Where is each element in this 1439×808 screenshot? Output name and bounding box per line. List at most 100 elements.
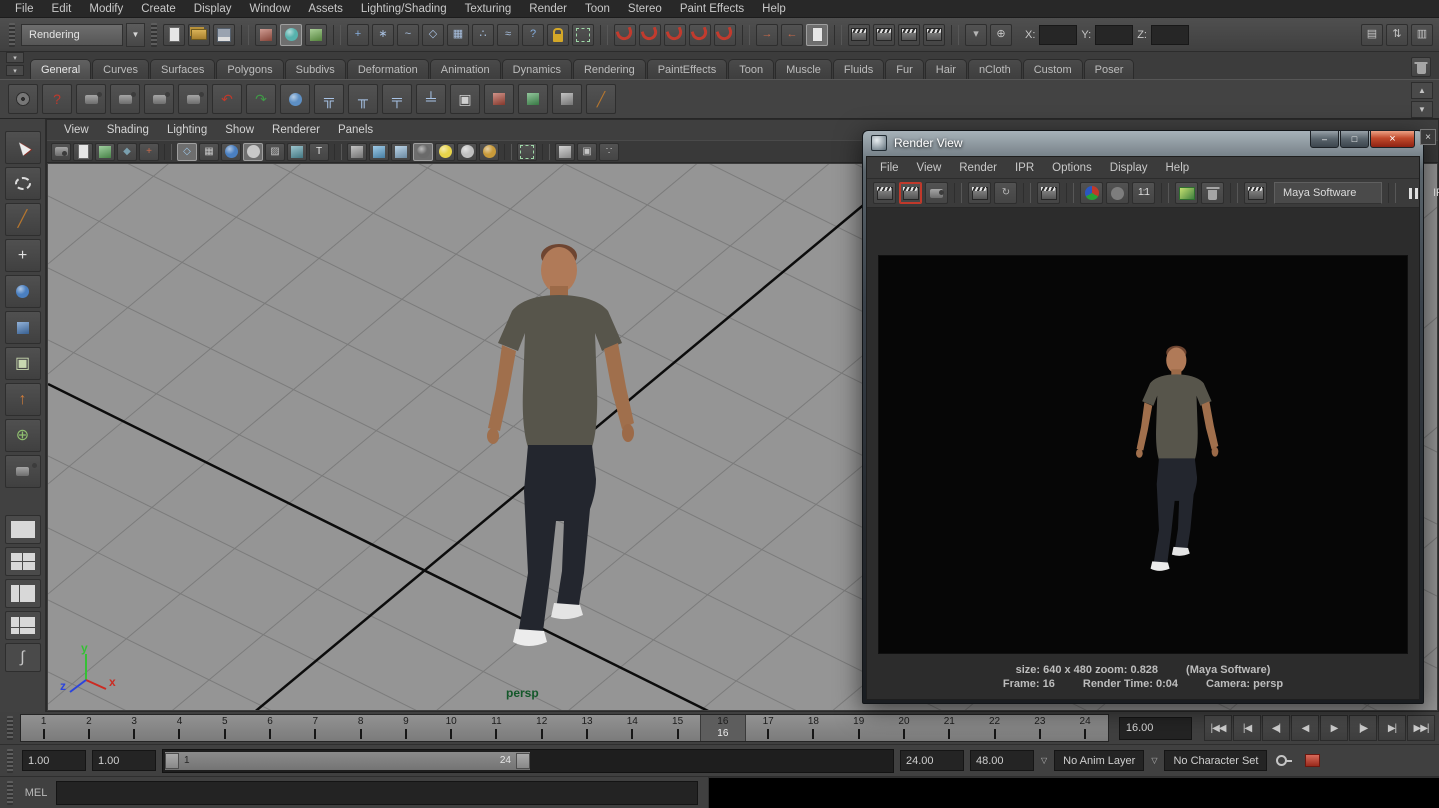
timeline-frame[interactable]: 24 24 — [1062, 715, 1107, 741]
menu-assets[interactable]: Assets — [299, 3, 352, 15]
menu-modify[interactable]: Modify — [80, 3, 132, 15]
mask-misc-icon[interactable]: ? — [522, 24, 544, 46]
drag-handle[interactable] — [7, 749, 13, 773]
tab-hair[interactable]: Hair — [925, 59, 967, 79]
tab-poser[interactable]: Poser — [1084, 59, 1135, 79]
vp-camera-attributes-icon[interactable] — [73, 143, 93, 161]
step-back-key-button[interactable]: |◀ — [1233, 715, 1261, 741]
go-to-end-button[interactable]: ▶▶| — [1407, 715, 1435, 741]
camera-track-icon[interactable] — [110, 84, 140, 114]
range-slider-track[interactable]: 1 24 — [162, 749, 894, 773]
vp-light-default-icon[interactable] — [457, 143, 477, 161]
tab-dynamics[interactable]: Dynamics — [502, 59, 572, 79]
vp-image-plane-icon[interactable]: ◆ — [117, 143, 137, 161]
ipr-render-icon[interactable] — [898, 24, 920, 46]
timeline-frame[interactable]: 19 19 — [836, 715, 881, 741]
layout-persp-graph-button[interactable] — [5, 611, 41, 640]
camera-dolly-icon[interactable] — [144, 84, 174, 114]
rv-menu-help[interactable]: Help — [1157, 162, 1199, 174]
menu-create[interactable]: Create — [132, 3, 185, 15]
tab-muscle[interactable]: Muscle — [775, 59, 832, 79]
tab-deformation[interactable]: Deformation — [347, 59, 429, 79]
timeline-frame[interactable]: 5 5 — [202, 715, 247, 741]
highlight-selection-icon[interactable] — [572, 24, 594, 46]
rv-menu-view[interactable]: View — [908, 162, 951, 174]
make-live-icon[interactable] — [714, 24, 736, 46]
menu-set-arrow-icon[interactable]: ▼ — [126, 23, 145, 47]
vp-menu-show[interactable]: Show — [216, 124, 263, 136]
show-manipulator-tool-icon[interactable]: ⊕ — [5, 419, 41, 452]
vp-shaded-icon[interactable] — [221, 143, 241, 161]
timeline-frame[interactable]: 10 10 — [429, 715, 474, 741]
save-scene-icon[interactable] — [213, 24, 235, 46]
vp-light-ambient-icon[interactable] — [479, 143, 499, 161]
rv-redo-render-icon[interactable] — [899, 182, 922, 204]
rv-render-settings-icon[interactable] — [1244, 182, 1267, 204]
tab-painteffects[interactable]: PaintEffects — [647, 59, 728, 79]
select-object-icon[interactable] — [280, 24, 302, 46]
layout-hypergraph-button[interactable]: ∫ — [5, 643, 41, 672]
tab-animation[interactable]: Animation — [430, 59, 501, 79]
timeline-frame[interactable]: 17 17 — [746, 715, 791, 741]
vp-smooth-shade-icon[interactable] — [243, 143, 263, 161]
rv-menu-options[interactable]: Options — [1043, 162, 1101, 174]
step-forward-frame-button[interactable]: |▶ — [1349, 715, 1377, 741]
rv-refresh-ipr-icon[interactable]: ↻ — [994, 182, 1017, 204]
vp-menu-shading[interactable]: Shading — [98, 124, 158, 136]
mask-curves-icon[interactable]: ~ — [397, 24, 419, 46]
timeline-frame[interactable]: 13 13 — [564, 715, 609, 741]
menu-edit[interactable]: Edit — [43, 3, 81, 15]
show-channel-box-icon[interactable]: ▤ — [1361, 24, 1383, 46]
vp-wireframe-icon[interactable]: ◇ — [177, 143, 197, 161]
timeline-frame[interactable]: 8 8 — [338, 715, 383, 741]
menu-display[interactable]: Display — [185, 3, 241, 15]
vp-hud-text-icon[interactable]: T — [309, 143, 329, 161]
panel-close-icon[interactable]: × — [1420, 129, 1436, 145]
mask-handles-icon[interactable]: ∗ — [372, 24, 394, 46]
z-field[interactable] — [1151, 25, 1189, 45]
help-line-icon[interactable]: ? — [42, 84, 72, 114]
tab-ncloth[interactable]: nCloth — [968, 59, 1022, 79]
group-icon[interactable]: ╦ — [314, 84, 344, 114]
select-tool-icon[interactable] — [5, 131, 41, 164]
close-button[interactable]: × — [1370, 130, 1415, 148]
ungroup-icon[interactable]: ╥ — [348, 84, 378, 114]
timeline-frame[interactable]: 9 9 — [383, 715, 428, 741]
shelf-scroll-up-icon[interactable]: ▲ — [1411, 82, 1433, 99]
drag-handle[interactable] — [7, 781, 13, 805]
x-field[interactable] — [1039, 25, 1077, 45]
timeline-frame[interactable]: 20 20 — [881, 715, 926, 741]
show-attribute-editor-icon[interactable]: ▥ — [1411, 24, 1433, 46]
timeline-frame[interactable]: 12 12 — [519, 715, 564, 741]
vp-isolate-select-icon[interactable] — [517, 143, 537, 161]
playback-end-field[interactable]: 24.00 — [900, 750, 964, 771]
timeline-frame[interactable]: 22 22 — [972, 715, 1017, 741]
menu-set-select[interactable]: Rendering — [21, 24, 123, 46]
menu-file[interactable]: File — [6, 3, 43, 15]
soft-modification-icon[interactable]: ↑ — [5, 383, 41, 416]
menu-paint-effects[interactable]: Paint Effects — [671, 3, 753, 15]
mask-all-icon[interactable]: + — [347, 24, 369, 46]
rv-region-render-icon[interactable] — [1037, 182, 1060, 204]
tab-fluids[interactable]: Fluids — [833, 59, 884, 79]
node-editor-icon[interactable]: ▣ — [450, 84, 480, 114]
parent-icon[interactable]: ╤ — [382, 84, 412, 114]
rendered-image[interactable] — [878, 255, 1408, 654]
paint-selection-tool-icon[interactable]: ╱ — [5, 203, 41, 236]
timeline-frame[interactable]: 4 4 — [157, 715, 202, 741]
unparent-icon[interactable]: ╧ — [416, 84, 446, 114]
rv-menu-ipr[interactable]: IPR — [1006, 162, 1043, 174]
tab-custom[interactable]: Custom — [1023, 59, 1083, 79]
play-forward-button[interactable]: ▶ — [1320, 715, 1348, 741]
rv-zoom-actual-icon[interactable]: 1:1 — [1132, 182, 1155, 204]
output-connections-icon[interactable]: ← — [781, 24, 803, 46]
vp-panes-icon[interactable]: ▣ — [577, 143, 597, 161]
mask-dynamics-icon[interactable]: ∴ — [472, 24, 494, 46]
select-component-icon[interactable] — [305, 24, 327, 46]
select-hierarchy-icon[interactable] — [255, 24, 277, 46]
menu-toon[interactable]: Toon — [576, 3, 619, 15]
rv-snapshot-icon[interactable] — [925, 182, 948, 204]
absolute-transform-icon[interactable]: ⊕ — [990, 24, 1012, 46]
timeline-frame[interactable]: 23 23 — [1017, 715, 1062, 741]
rv-menu-render[interactable]: Render — [950, 162, 1006, 174]
